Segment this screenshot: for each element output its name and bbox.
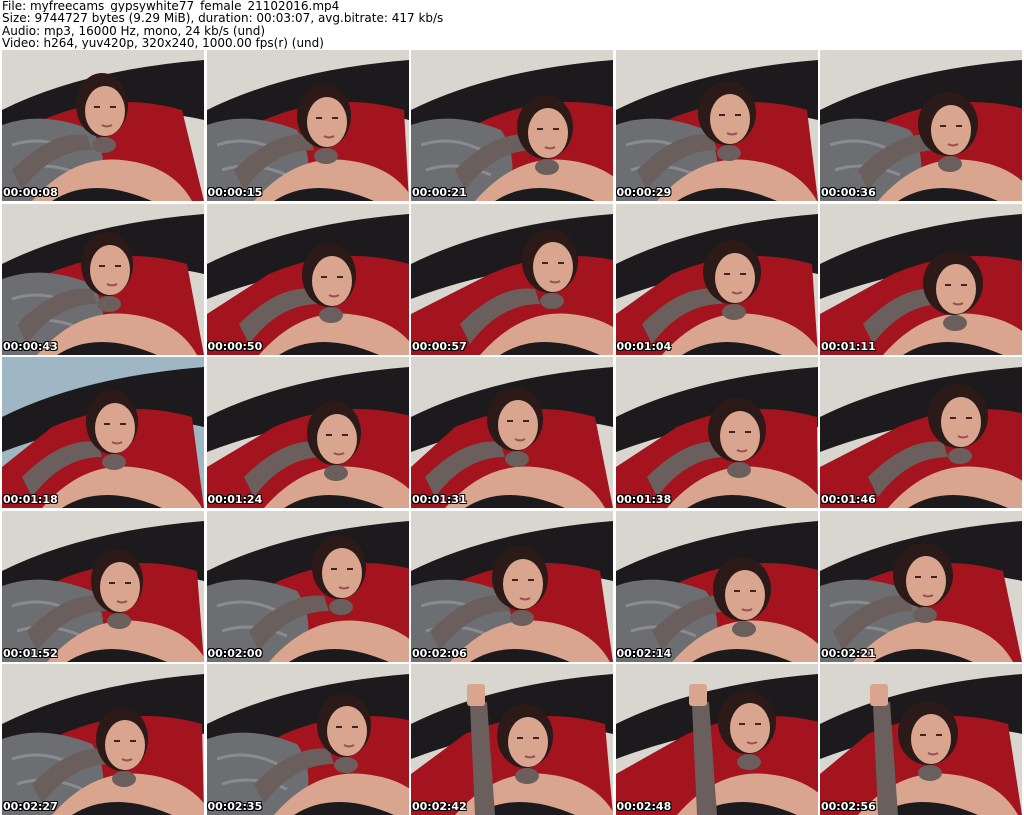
thumbnail-image <box>820 357 1022 508</box>
thumbnail-timestamp: 00:02:21 <box>821 646 876 660</box>
video-thumbnail: 00:02:48 <box>615 664 818 815</box>
thumbnail-timestamp: 00:02:56 <box>821 800 876 813</box>
thumbnail-image <box>206 357 409 508</box>
file-info-header: File: myfreecams_gypsywhite77_female_211… <box>2 0 1022 50</box>
video-thumbnail: 00:01:04 <box>615 203 818 355</box>
video-thumbnail: 00:00:43 <box>2 203 204 355</box>
video-thumbnail: 00:02:00 <box>206 510 409 662</box>
file-size-line: Size: 9744727 bytes (9.29 MiB), duration… <box>2 12 444 25</box>
thumbnail-image <box>615 664 818 815</box>
thumbnail-timestamp: 00:00:21 <box>412 186 467 199</box>
video-thumbnail: 00:01:46 <box>820 357 1022 508</box>
thumbnail-timestamp: 00:01:38 <box>616 493 672 506</box>
video-thumbnail: 00:02:27 <box>2 664 204 815</box>
thumbnail-image <box>615 357 818 508</box>
video-thumbnail: 00:02:42 <box>411 664 613 815</box>
thumbnail-image <box>2 203 204 355</box>
thumbnail-image <box>820 664 1022 815</box>
thumbnail-image <box>206 50 409 201</box>
video-thumbnail: 00:02:56 <box>820 664 1022 815</box>
video-thumbnail: 00:00:08 <box>2 50 204 201</box>
video-thumbnail: 00:01:24 <box>206 357 409 508</box>
video-thumbnail: 00:01:11 <box>820 203 1022 355</box>
thumbnail-image <box>206 664 409 815</box>
thumbnail-image <box>2 510 204 662</box>
thumbnail-timestamp: 00:00:36 <box>821 186 876 199</box>
thumbnail-image <box>820 203 1022 355</box>
thumbnail-image <box>820 510 1022 662</box>
thumbnail-timestamp: 00:02:06 <box>412 646 467 660</box>
video-thumbnail: 00:00:29 <box>615 50 818 201</box>
thumbnail-timestamp: 00:01:31 <box>412 493 467 506</box>
thumbnail-timestamp: 00:02:27 <box>3 800 58 813</box>
thumbnail-timestamp: 00:01:04 <box>616 339 672 353</box>
file-name-line: File: myfreecams_gypsywhite77_female_211… <box>2 0 340 13</box>
thumbnail-image <box>820 50 1022 201</box>
video-thumbnail: 00:02:35 <box>206 664 409 815</box>
thumbnail-timestamp: 00:02:14 <box>616 646 672 660</box>
video-thumbnail: 00:02:06 <box>411 510 613 662</box>
video-thumbnail: 00:00:36 <box>820 50 1022 201</box>
thumbnail-timestamp: 00:00:15 <box>207 186 263 199</box>
video-thumbnail: 00:01:31 <box>411 357 613 508</box>
video-thumbnail: 00:01:52 <box>2 510 204 662</box>
thumbnail-timestamp: 00:02:48 <box>616 800 672 813</box>
thumbnail-image <box>206 510 409 662</box>
thumbnail-timestamp: 00:01:18 <box>3 493 58 506</box>
thumbnail-image <box>2 664 204 815</box>
video-thumbnail: 00:01:38 <box>615 357 818 508</box>
thumbnail-image <box>2 357 204 508</box>
video-thumbnail: 00:01:18 <box>2 357 204 508</box>
thumbnail-timestamp: 00:00:57 <box>412 339 467 353</box>
video-info-line: Video: h264, yuv420p, 320x240, 1000.00 f… <box>2 36 324 50</box>
thumbnail-timestamp: 00:02:42 <box>412 800 467 813</box>
thumbnail-timestamp: 00:01:11 <box>821 339 876 353</box>
thumbnail-image <box>411 357 613 508</box>
thumbnail-image <box>615 203 818 355</box>
video-thumbnail: 00:00:50 <box>206 203 409 355</box>
thumbnail-timestamp: 00:00:43 <box>3 339 58 353</box>
thumbnail-timestamp: 00:02:35 <box>207 800 263 813</box>
thumbnail-image <box>2 50 204 201</box>
thumbnail-timestamp: 00:00:50 <box>207 339 263 353</box>
thumbnail-image <box>411 50 613 201</box>
video-thumbnail: 00:02:14 <box>615 510 818 662</box>
video-thumbnail: 00:02:21 <box>820 510 1022 662</box>
thumbnail-timestamp: 00:01:52 <box>3 646 58 660</box>
thumbnail-image <box>411 203 613 355</box>
thumbnail-image <box>615 510 818 662</box>
thumbnail-timestamp: 00:01:24 <box>207 493 263 506</box>
thumbnail-grid: 00:00:08 00:00:15 00:00:21 00:00:29 00:00:36… <box>2 50 1022 815</box>
thumbnail-timestamp: 00:00:29 <box>616 186 672 199</box>
video-thumbnail: 00:00:57 <box>411 203 613 355</box>
video-thumbnail: 00:00:15 <box>206 50 409 201</box>
thumbnail-image <box>615 50 818 201</box>
thumbnail-image <box>206 203 409 355</box>
thumbnail-timestamp: 00:00:08 <box>3 186 58 199</box>
thumbnail-image <box>411 664 613 815</box>
video-thumbnail: 00:00:21 <box>411 50 613 201</box>
audio-info-line: Audio: mp3, 16000 Hz, mono, 24 kb/s (und… <box>2 24 266 37</box>
thumbnail-timestamp: 00:01:46 <box>821 493 876 506</box>
thumbnail-image <box>411 510 613 662</box>
thumbnail-timestamp: 00:02:00 <box>207 646 263 660</box>
